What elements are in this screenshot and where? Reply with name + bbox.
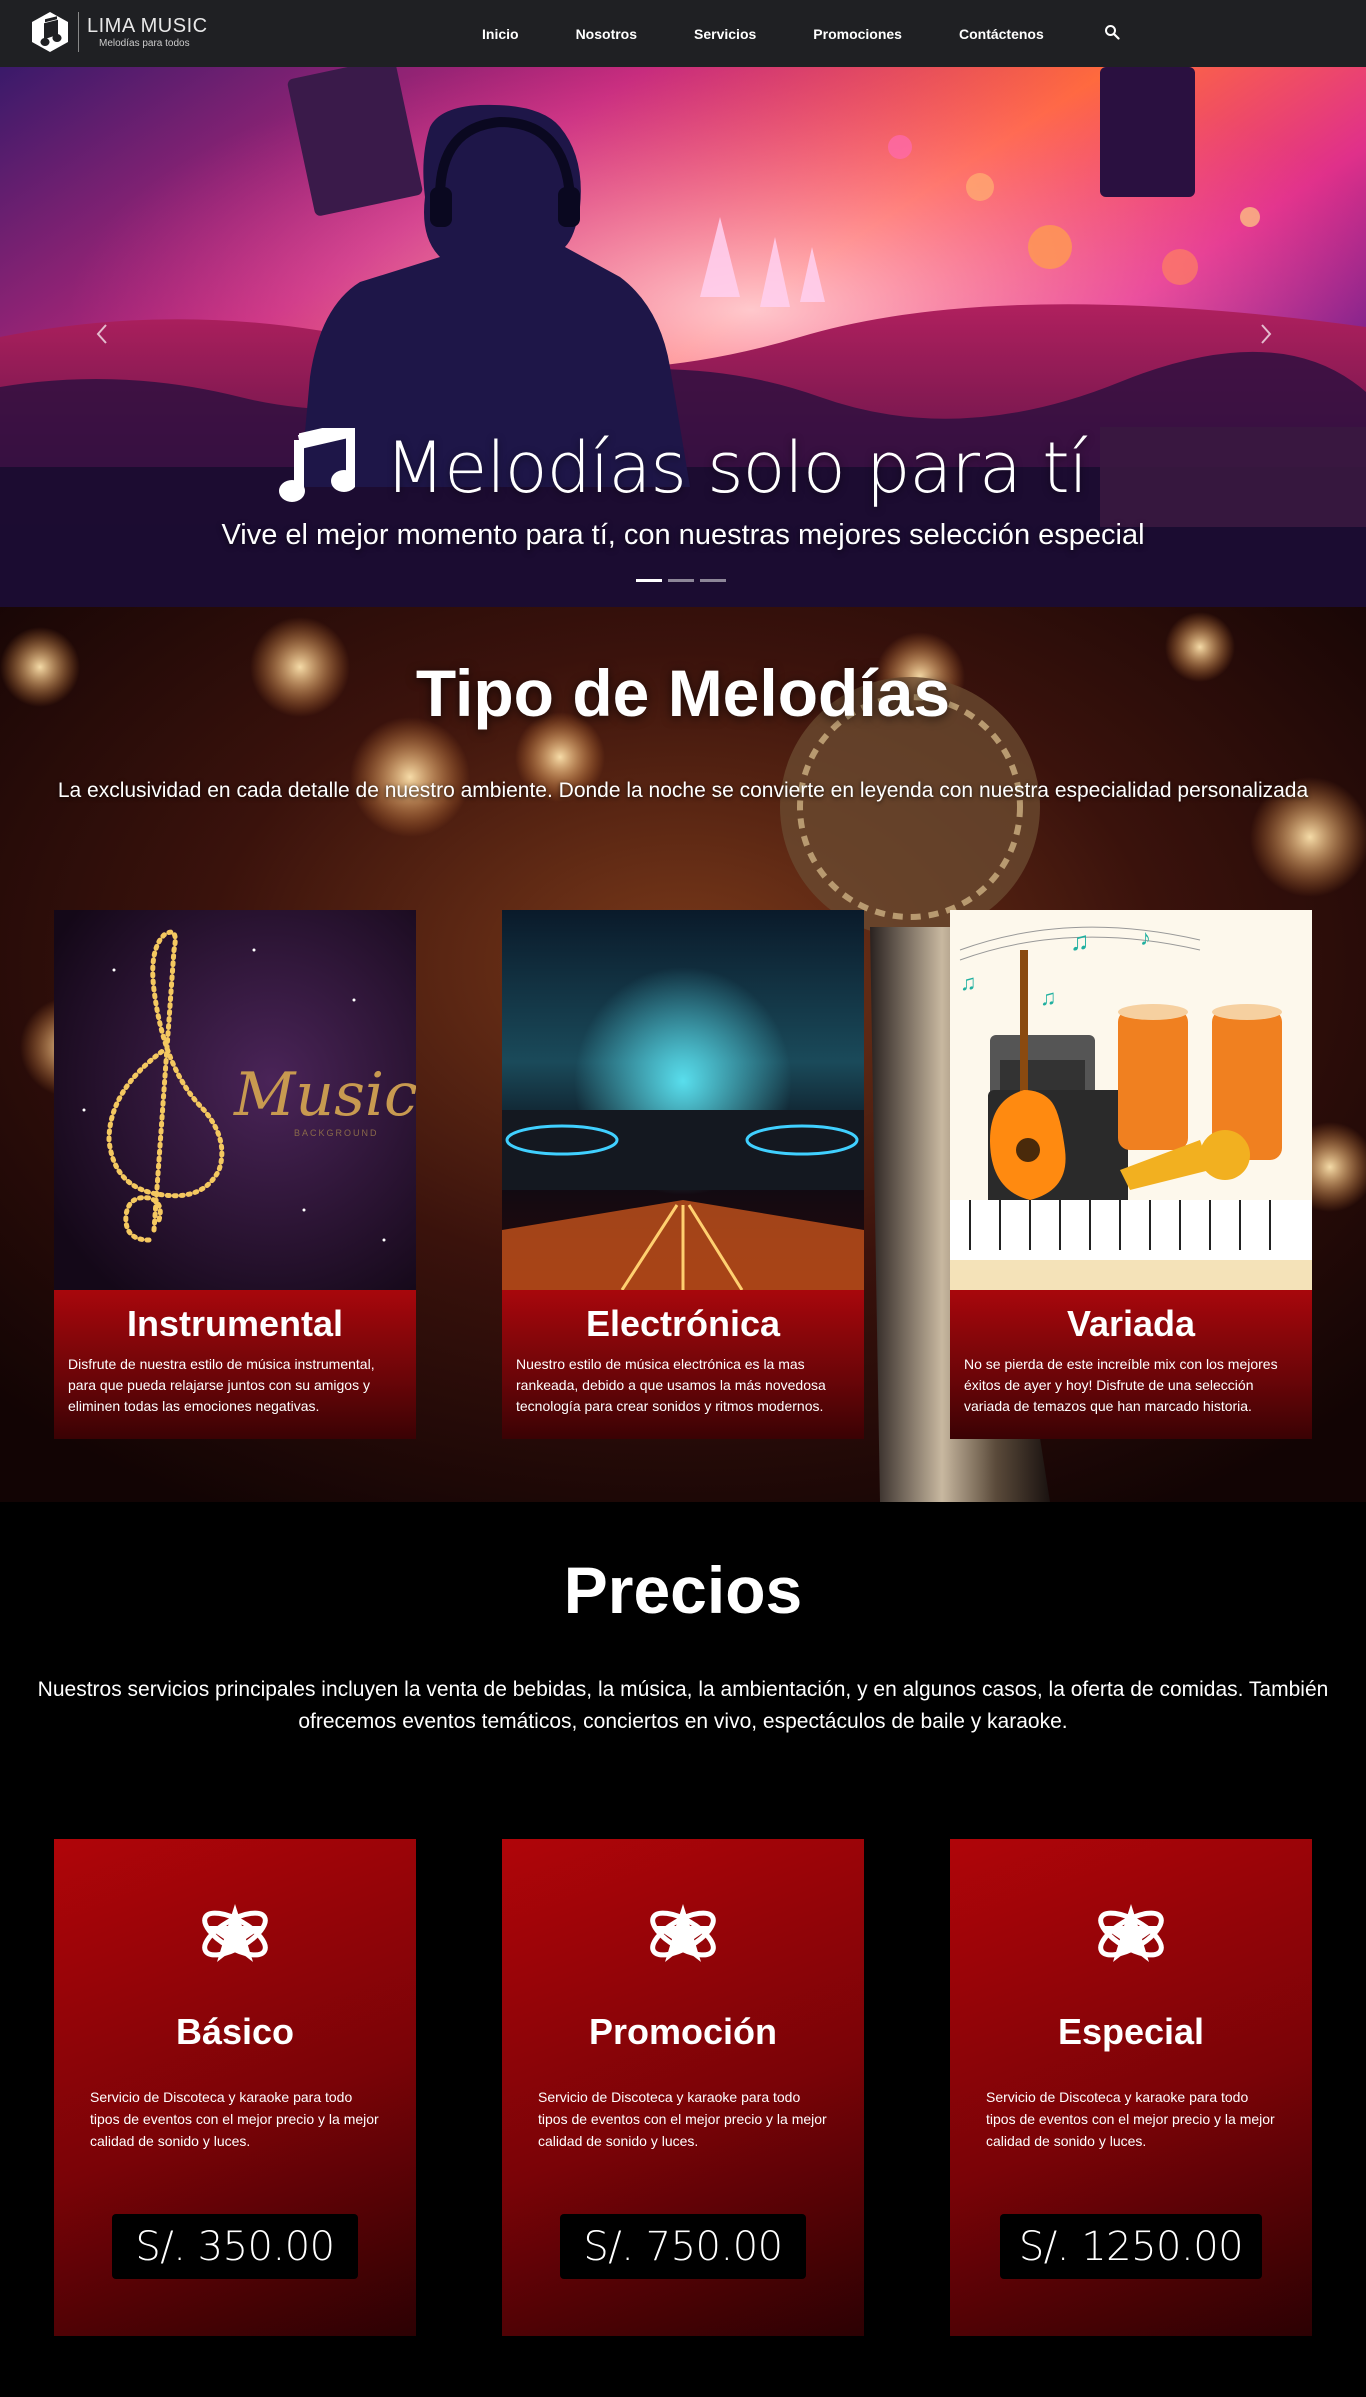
hero-title-row: Melodías solo para tí — [0, 420, 1366, 509]
precios-section: Precios Nuestros servicios principales i… — [0, 1502, 1366, 2397]
card-text: No se pierda de este increíble mix con l… — [964, 1356, 1278, 1414]
star-atom-logo-icon — [195, 1894, 275, 1974]
svg-text:♫: ♫ — [1070, 926, 1090, 956]
instrumental-body: Instrumental Disfrute de nuestra estilo … — [54, 1290, 416, 1439]
variada-body: Variada No se pierda de este increíble m… — [950, 1290, 1312, 1439]
brand-text: LIMA MUSIC Melodías para todos — [87, 16, 208, 49]
nav-link-inicio[interactable]: Inicio — [482, 26, 519, 42]
card-title: Electrónica — [585, 1303, 781, 1344]
tipos-title: Tipo de Melodías — [415, 656, 951, 730]
card-text: Disfrute de nuestra estilo de música ins… — [68, 1356, 375, 1414]
plan-card-especial[interactable]: Especial Servicio de Discoteca y karaoke… — [950, 1839, 1312, 2336]
navbar: LIMA MUSIC Melodías para todos Inicio No… — [0, 0, 1366, 67]
star-atom-logo-icon — [643, 1894, 723, 1974]
brand-logo-link[interactable]: LIMA MUSIC Melodías para todos — [30, 10, 208, 54]
electronica-body: Electrónica Nuestro estilo de música ele… — [502, 1290, 864, 1439]
brand-name: LIMA MUSIC — [87, 14, 208, 37]
hero-subtitle: Vive el mejor momento para tí, con nuest… — [221, 519, 1145, 551]
svg-text:♫: ♫ — [1040, 985, 1057, 1010]
nav-link-nosotros[interactable]: Nosotros — [576, 26, 637, 42]
search-icon[interactable] — [1104, 24, 1122, 42]
carousel-indicator-3[interactable] — [700, 579, 726, 582]
nav-link-promociones[interactable]: Promociones — [813, 26, 902, 42]
svg-text:♫: ♫ — [960, 970, 977, 995]
nav-links: Inicio Nosotros Servicios Promociones Co… — [482, 0, 1101, 67]
card-text: Nuestro estilo de música electrónica es … — [516, 1356, 826, 1414]
nav-link-contactenos[interactable]: Contáctenos — [959, 26, 1044, 42]
melody-card-instrumental[interactable]: Music BACKGROUND Instrumental Disfrute d… — [54, 910, 416, 1439]
instrumental-image: Music BACKGROUND — [54, 910, 416, 1290]
precios-description: Nuestros servicios principales incluyen … — [37, 1678, 1329, 1733]
plan-text: Servicio de Discoteca y karaoke para tod… — [538, 2089, 827, 2149]
star-atom-logo-icon — [1091, 1894, 1171, 1974]
plan-text: Servicio de Discoteca y karaoke para tod… — [90, 2089, 379, 2149]
electronica-image — [502, 910, 864, 1290]
hero-carousel: Melodías solo para tí Vive el mejor mome… — [0, 67, 1366, 607]
brand-divider — [78, 12, 79, 52]
tipos-section: Tipo de Melodías La exclusividad en cada… — [0, 607, 1366, 1502]
plan-price: S/. 350.00 — [112, 2214, 358, 2279]
svg-text:♪: ♪ — [1140, 925, 1151, 950]
plan-title: Básico — [175, 2011, 295, 2052]
plan-price: S/. 1250.00 — [1000, 2214, 1262, 2279]
plan-text: Servicio de Discoteca y karaoke para tod… — [986, 2089, 1275, 2149]
card-title: Instrumental — [126, 1303, 344, 1344]
plan-title: Especial — [1057, 2011, 1205, 2052]
carousel-indicators — [636, 579, 732, 582]
precios-title: Precios — [563, 1553, 803, 1627]
background-caption-text: BACKGROUND — [294, 1128, 379, 1138]
plan-title: Promoción — [588, 2011, 777, 2052]
melody-card-variada[interactable]: ♫ ♪ ♫ ♫ Variada No se pierda de este inc… — [950, 910, 1312, 1439]
carousel-indicator-1[interactable] — [636, 579, 662, 582]
card-title: Variada — [1066, 1303, 1196, 1344]
tipos-description: La exclusividad en cada detalle de nuest… — [57, 779, 1309, 802]
plan-card-basico[interactable]: Básico Servicio de Discoteca y karaoke p… — [54, 1839, 416, 2336]
brand-tagline: Melodías para todos — [99, 37, 190, 49]
music-script-text: Music — [233, 1060, 416, 1130]
carousel-prev-icon[interactable] — [88, 319, 118, 349]
melody-card-electronica[interactable]: Electrónica Nuestro estilo de música ele… — [502, 910, 864, 1439]
music-note-icon — [278, 420, 357, 509]
plan-card-promocion[interactable]: Promoción Servicio de Discoteca y karaok… — [502, 1839, 864, 2336]
nav-link-servicios[interactable]: Servicios — [694, 26, 756, 42]
hero-title: Melodías solo para tí — [384, 427, 1088, 509]
plan-price: S/. 750.00 — [560, 2214, 806, 2279]
carousel-next-icon[interactable] — [1250, 319, 1280, 349]
carousel-indicator-2[interactable] — [668, 579, 694, 582]
variada-image: ♫ ♪ ♫ ♫ — [950, 910, 1312, 1290]
music-hexagon-logo-icon — [30, 10, 70, 54]
